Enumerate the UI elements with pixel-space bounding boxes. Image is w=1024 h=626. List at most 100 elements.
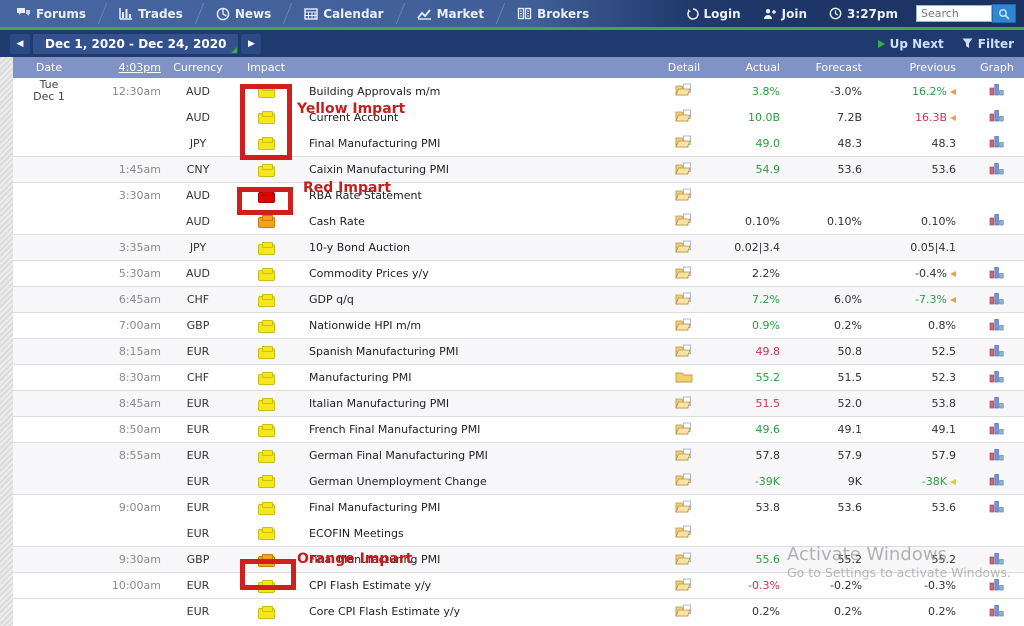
row-event[interactable]: French Final Manufacturing PMI — [303, 423, 656, 436]
graph-icon[interactable] — [989, 318, 1005, 334]
open-folder-icon[interactable] — [675, 83, 693, 99]
open-folder-icon[interactable] — [675, 473, 693, 489]
next-period-button[interactable]: ▶ — [241, 34, 261, 54]
table-row[interactable]: 3:35am JPY 10-y Bond Auction 0.02|3.4 0.… — [13, 234, 1024, 260]
graph-icon[interactable] — [989, 135, 1005, 151]
row-event[interactable]: Italian Manufacturing PMI — [303, 397, 656, 410]
impact-icon[interactable] — [258, 113, 275, 124]
open-folder-icon[interactable] — [675, 552, 693, 568]
open-folder-icon[interactable] — [675, 578, 693, 594]
open-folder-icon[interactable] — [675, 344, 693, 360]
search-button[interactable] — [992, 4, 1016, 23]
row-event[interactable]: Final Manufacturing PMI — [303, 137, 656, 150]
impact-icon[interactable] — [258, 556, 275, 567]
impact-icon[interactable] — [258, 296, 275, 307]
table-row[interactable]: 8:30am CHF Manufacturing PMI 55.2 51.5 5… — [13, 364, 1024, 390]
nav-trades[interactable]: Trades — [103, 0, 199, 27]
impact-icon[interactable] — [258, 166, 275, 177]
nav-brokers[interactable]: Brokers — [501, 0, 605, 27]
graph-icon[interactable] — [989, 83, 1005, 99]
table-row[interactable]: 6:45am CHF GDP q/q 7.2% 6.0% -7.3% — [13, 286, 1024, 312]
open-folder-icon[interactable] — [675, 318, 693, 334]
join-button[interactable]: Join — [759, 7, 811, 21]
table-row[interactable]: 5:30am AUD Commodity Prices y/y 2.2% -0.… — [13, 260, 1024, 286]
impact-icon[interactable] — [258, 374, 275, 385]
open-folder-icon[interactable] — [675, 188, 693, 204]
filter-button[interactable]: Filter — [962, 37, 1014, 51]
table-row[interactable]: 7:00am GBP Nationwide HPI m/m 0.9% 0.2% … — [13, 312, 1024, 338]
row-event[interactable]: German Final Manufacturing PMI — [303, 449, 656, 462]
table-row[interactable]: 9:30am GBP Final Manufacturing PMI 55.6 … — [13, 546, 1024, 572]
impact-icon[interactable] — [258, 608, 275, 619]
row-event[interactable]: Commodity Prices y/y — [303, 267, 656, 280]
graph-icon[interactable] — [989, 344, 1005, 360]
graph-icon[interactable] — [989, 578, 1005, 594]
nav-forums[interactable]: Forums — [0, 0, 102, 27]
up-next-button[interactable]: Up Next — [878, 37, 944, 51]
impact-icon[interactable] — [258, 139, 275, 150]
table-row[interactable]: 8:55am EUR German Final Manufacturing PM… — [13, 442, 1024, 468]
open-folder-icon[interactable] — [675, 604, 693, 620]
table-row[interactable]: EUR German Unemployment Change -39K 9K -… — [13, 468, 1024, 494]
impact-icon[interactable] — [258, 244, 275, 255]
table-row[interactable]: AUD Current Account 10.0B 7.2B 16.3B — [13, 104, 1024, 130]
table-row[interactable]: EUR Core CPI Flash Estimate y/y 0.2% 0.2… — [13, 598, 1024, 624]
impact-icon[interactable] — [258, 322, 275, 333]
nav-news[interactable]: News — [200, 0, 287, 27]
graph-icon[interactable] — [989, 422, 1005, 438]
table-row[interactable]: AUD Cash Rate 0.10% 0.10% 0.10% — [13, 208, 1024, 234]
open-folder-icon[interactable] — [675, 396, 693, 412]
search-input[interactable] — [916, 5, 992, 22]
table-row[interactable]: 8:50am EUR French Final Manufacturing PM… — [13, 416, 1024, 442]
row-event[interactable]: Spanish Manufacturing PMI — [303, 345, 656, 358]
row-event[interactable]: GDP q/q — [303, 293, 656, 306]
nav-calendar[interactable]: Calendar — [288, 0, 399, 27]
row-event[interactable]: Cash Rate — [303, 215, 656, 228]
prev-period-button[interactable]: ◀ — [10, 34, 30, 54]
impact-icon[interactable] — [258, 217, 275, 228]
table-row[interactable]: TueDec 1 12:30am AUD Building Approvals … — [13, 78, 1024, 104]
table-row[interactable]: 8:15am EUR Spanish Manufacturing PMI 49.… — [13, 338, 1024, 364]
graph-icon[interactable] — [989, 266, 1005, 282]
open-folder-icon[interactable] — [675, 266, 693, 282]
row-event[interactable]: Current Account — [303, 111, 656, 124]
open-folder-icon[interactable] — [675, 109, 693, 125]
login-button[interactable]: Login — [683, 7, 745, 21]
impact-icon[interactable] — [258, 400, 275, 411]
open-folder-icon[interactable] — [675, 422, 693, 438]
table-row[interactable]: EUR ECOFIN Meetings — [13, 520, 1024, 546]
table-row[interactable]: 8:45am EUR Italian Manufacturing PMI 51.… — [13, 390, 1024, 416]
row-event[interactable]: ECOFIN Meetings — [303, 527, 656, 540]
row-event[interactable]: Building Approvals m/m — [303, 85, 656, 98]
impact-icon[interactable] — [258, 582, 275, 593]
graph-icon[interactable] — [989, 500, 1005, 516]
clock-time[interactable]: 3:27pm — [825, 7, 902, 21]
row-event[interactable]: German Unemployment Change — [303, 475, 656, 488]
impact-icon[interactable] — [258, 477, 275, 488]
table-row[interactable]: 10:00am EUR CPI Flash Estimate y/y -0.3%… — [13, 572, 1024, 598]
impact-icon[interactable] — [258, 192, 275, 203]
graph-icon[interactable] — [989, 604, 1005, 620]
table-row[interactable]: 3:30am AUD RBA Rate Statement — [13, 182, 1024, 208]
open-folder-icon[interactable] — [675, 213, 693, 229]
row-event[interactable]: RBA Rate Statement — [303, 189, 656, 202]
table-row[interactable]: 9:00am EUR Final Manufacturing PMI 53.8 … — [13, 494, 1024, 520]
impact-icon[interactable] — [258, 529, 275, 540]
graph-icon[interactable] — [989, 292, 1005, 308]
graph-icon[interactable] — [989, 213, 1005, 229]
row-event[interactable]: Core CPI Flash Estimate y/y — [303, 605, 656, 618]
table-row[interactable]: JPY Final Manufacturing PMI 49.0 48.3 48… — [13, 130, 1024, 156]
nav-market[interactable]: Market — [401, 0, 501, 27]
impact-icon[interactable] — [258, 426, 275, 437]
graph-icon[interactable] — [989, 109, 1005, 125]
row-event[interactable]: Caixin Manufacturing PMI — [303, 163, 656, 176]
row-event[interactable]: Final Manufacturing PMI — [303, 501, 656, 514]
row-event[interactable]: Manufacturing PMI — [303, 371, 656, 384]
row-event[interactable]: Final Manufacturing PMI — [303, 553, 656, 566]
graph-icon[interactable] — [989, 370, 1005, 386]
open-folder-icon[interactable] — [675, 292, 693, 308]
impact-icon[interactable] — [258, 87, 275, 98]
open-folder-icon[interactable] — [675, 448, 693, 464]
impact-icon[interactable] — [258, 504, 275, 515]
graph-icon[interactable] — [989, 552, 1005, 568]
